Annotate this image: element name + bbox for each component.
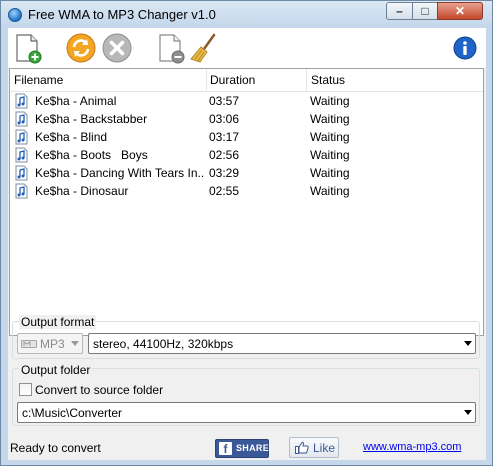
convert-to-source-label[interactable]: Convert to source folder xyxy=(35,383,163,397)
remove-button[interactable] xyxy=(155,32,187,64)
window-title: Free WMA to MP3 Changer v1.0 xyxy=(28,7,216,22)
share-label: SHARE xyxy=(236,443,270,453)
minimize-icon: – xyxy=(396,4,403,18)
remove-file-icon xyxy=(159,34,185,64)
format-select-value: MP3 xyxy=(40,337,65,351)
minimize-button[interactable]: – xyxy=(386,2,413,20)
duration-cell: 02:56 xyxy=(209,148,240,162)
close-icon: ✕ xyxy=(454,4,466,18)
table-row[interactable]: Ke$ha - Dinosaur 02:55 Waiting xyxy=(10,182,483,200)
duration-cell: 03:06 xyxy=(209,112,240,126)
clear-button[interactable] xyxy=(188,32,220,64)
status-bar: Ready to convert f SHARE Like www.wma-mp… xyxy=(8,431,486,460)
status-cell: Waiting xyxy=(310,94,350,108)
output-folder-label: Output folder xyxy=(19,363,93,377)
convert-icon xyxy=(66,33,96,63)
duration-cell: 03:57 xyxy=(209,94,240,108)
filename-cell: Ke$ha - Backstabber xyxy=(35,112,148,126)
column-divider[interactable] xyxy=(206,69,207,91)
table-row[interactable]: Ke$ha - Boots Boys 02:56 Waiting xyxy=(10,146,483,164)
add-file-icon xyxy=(16,34,42,64)
status-cell: Waiting xyxy=(310,148,350,162)
format-logo-icon xyxy=(21,340,37,348)
toolbar xyxy=(8,28,486,68)
quality-select[interactable]: stereo, 44100Hz, 320kbps xyxy=(88,333,476,354)
close-button[interactable]: ✕ xyxy=(437,2,483,20)
column-header-duration[interactable]: Duration xyxy=(210,73,255,87)
filename-cell: Ke$ha - Boots Boys xyxy=(35,148,148,162)
client-area: Filename Duration Status Ke$ha - Animal … xyxy=(8,28,486,460)
chevron-down-icon xyxy=(464,341,472,346)
stop-button[interactable] xyxy=(101,32,133,64)
like-button[interactable]: Like xyxy=(289,437,339,458)
status-cell: Waiting xyxy=(310,130,350,144)
app-window: Free WMA to MP3 Changer v1.0 – □ ✕ Filen… xyxy=(0,0,493,466)
output-path-value: c:\Music\Converter xyxy=(22,406,123,420)
info-icon xyxy=(453,36,477,60)
website-link[interactable]: www.wma-mp3.com xyxy=(363,441,461,453)
like-label: Like xyxy=(313,441,336,455)
audio-file-icon xyxy=(15,165,28,181)
duration-cell: 03:17 xyxy=(209,130,240,144)
column-header-filename[interactable]: Filename xyxy=(14,73,63,87)
table-row[interactable]: Ke$ha - Blind 03:17 Waiting xyxy=(10,128,483,146)
list-header: Filename Duration Status xyxy=(10,69,483,92)
convert-to-source-checkbox[interactable] xyxy=(19,383,32,396)
convert-button[interactable] xyxy=(65,32,97,64)
app-icon xyxy=(8,8,22,22)
table-row[interactable]: Ke$ha - Backstabber 03:06 Waiting xyxy=(10,110,483,128)
maximize-icon: □ xyxy=(421,4,429,18)
add-files-button[interactable] xyxy=(12,32,44,64)
status-cell: Waiting xyxy=(310,166,350,180)
status-cell: Waiting xyxy=(310,112,350,126)
column-header-status[interactable]: Status xyxy=(311,73,345,87)
output-format-label: Output format xyxy=(19,315,97,329)
format-select: MP3 xyxy=(17,333,83,354)
facebook-icon: f xyxy=(219,442,232,456)
audio-file-icon xyxy=(15,93,28,109)
chevron-down-icon xyxy=(71,341,79,346)
about-button[interactable] xyxy=(452,35,478,61)
maximize-button[interactable]: □ xyxy=(412,2,438,20)
facebook-share-button[interactable]: f SHARE xyxy=(215,439,269,458)
audio-file-icon xyxy=(15,183,28,199)
status-cell: Waiting xyxy=(310,184,350,198)
filename-cell: Ke$ha - Blind xyxy=(35,130,108,144)
thumbs-up-icon xyxy=(295,441,309,454)
filename-cell: Ke$ha - Dancing With Tears In... xyxy=(35,166,205,180)
audio-file-icon xyxy=(15,129,28,145)
table-row[interactable]: Ke$ha - Animal 03:57 Waiting xyxy=(10,92,483,110)
file-list[interactable]: Filename Duration Status Ke$ha - Animal … xyxy=(9,68,484,336)
filename-cell: Ke$ha - Dinosaur xyxy=(35,184,129,198)
table-row[interactable]: Ke$ha - Dancing With Tears In... 03:29 W… xyxy=(10,164,483,182)
duration-cell: 02:55 xyxy=(209,184,240,198)
broom-icon xyxy=(190,33,216,63)
quality-select-value: stereo, 44100Hz, 320kbps xyxy=(93,337,234,351)
title-bar[interactable]: Free WMA to MP3 Changer v1.0 – □ ✕ xyxy=(1,1,492,28)
status-text: Ready to convert xyxy=(10,441,101,455)
chevron-down-icon xyxy=(464,410,472,415)
duration-cell: 03:29 xyxy=(209,166,240,180)
column-divider[interactable] xyxy=(306,69,307,91)
audio-file-icon xyxy=(15,147,28,163)
stop-icon xyxy=(102,33,132,63)
audio-file-icon xyxy=(15,111,28,127)
filename-cell: Ke$ha - Animal xyxy=(35,94,117,108)
output-path-select[interactable]: c:\Music\Converter xyxy=(17,402,476,423)
